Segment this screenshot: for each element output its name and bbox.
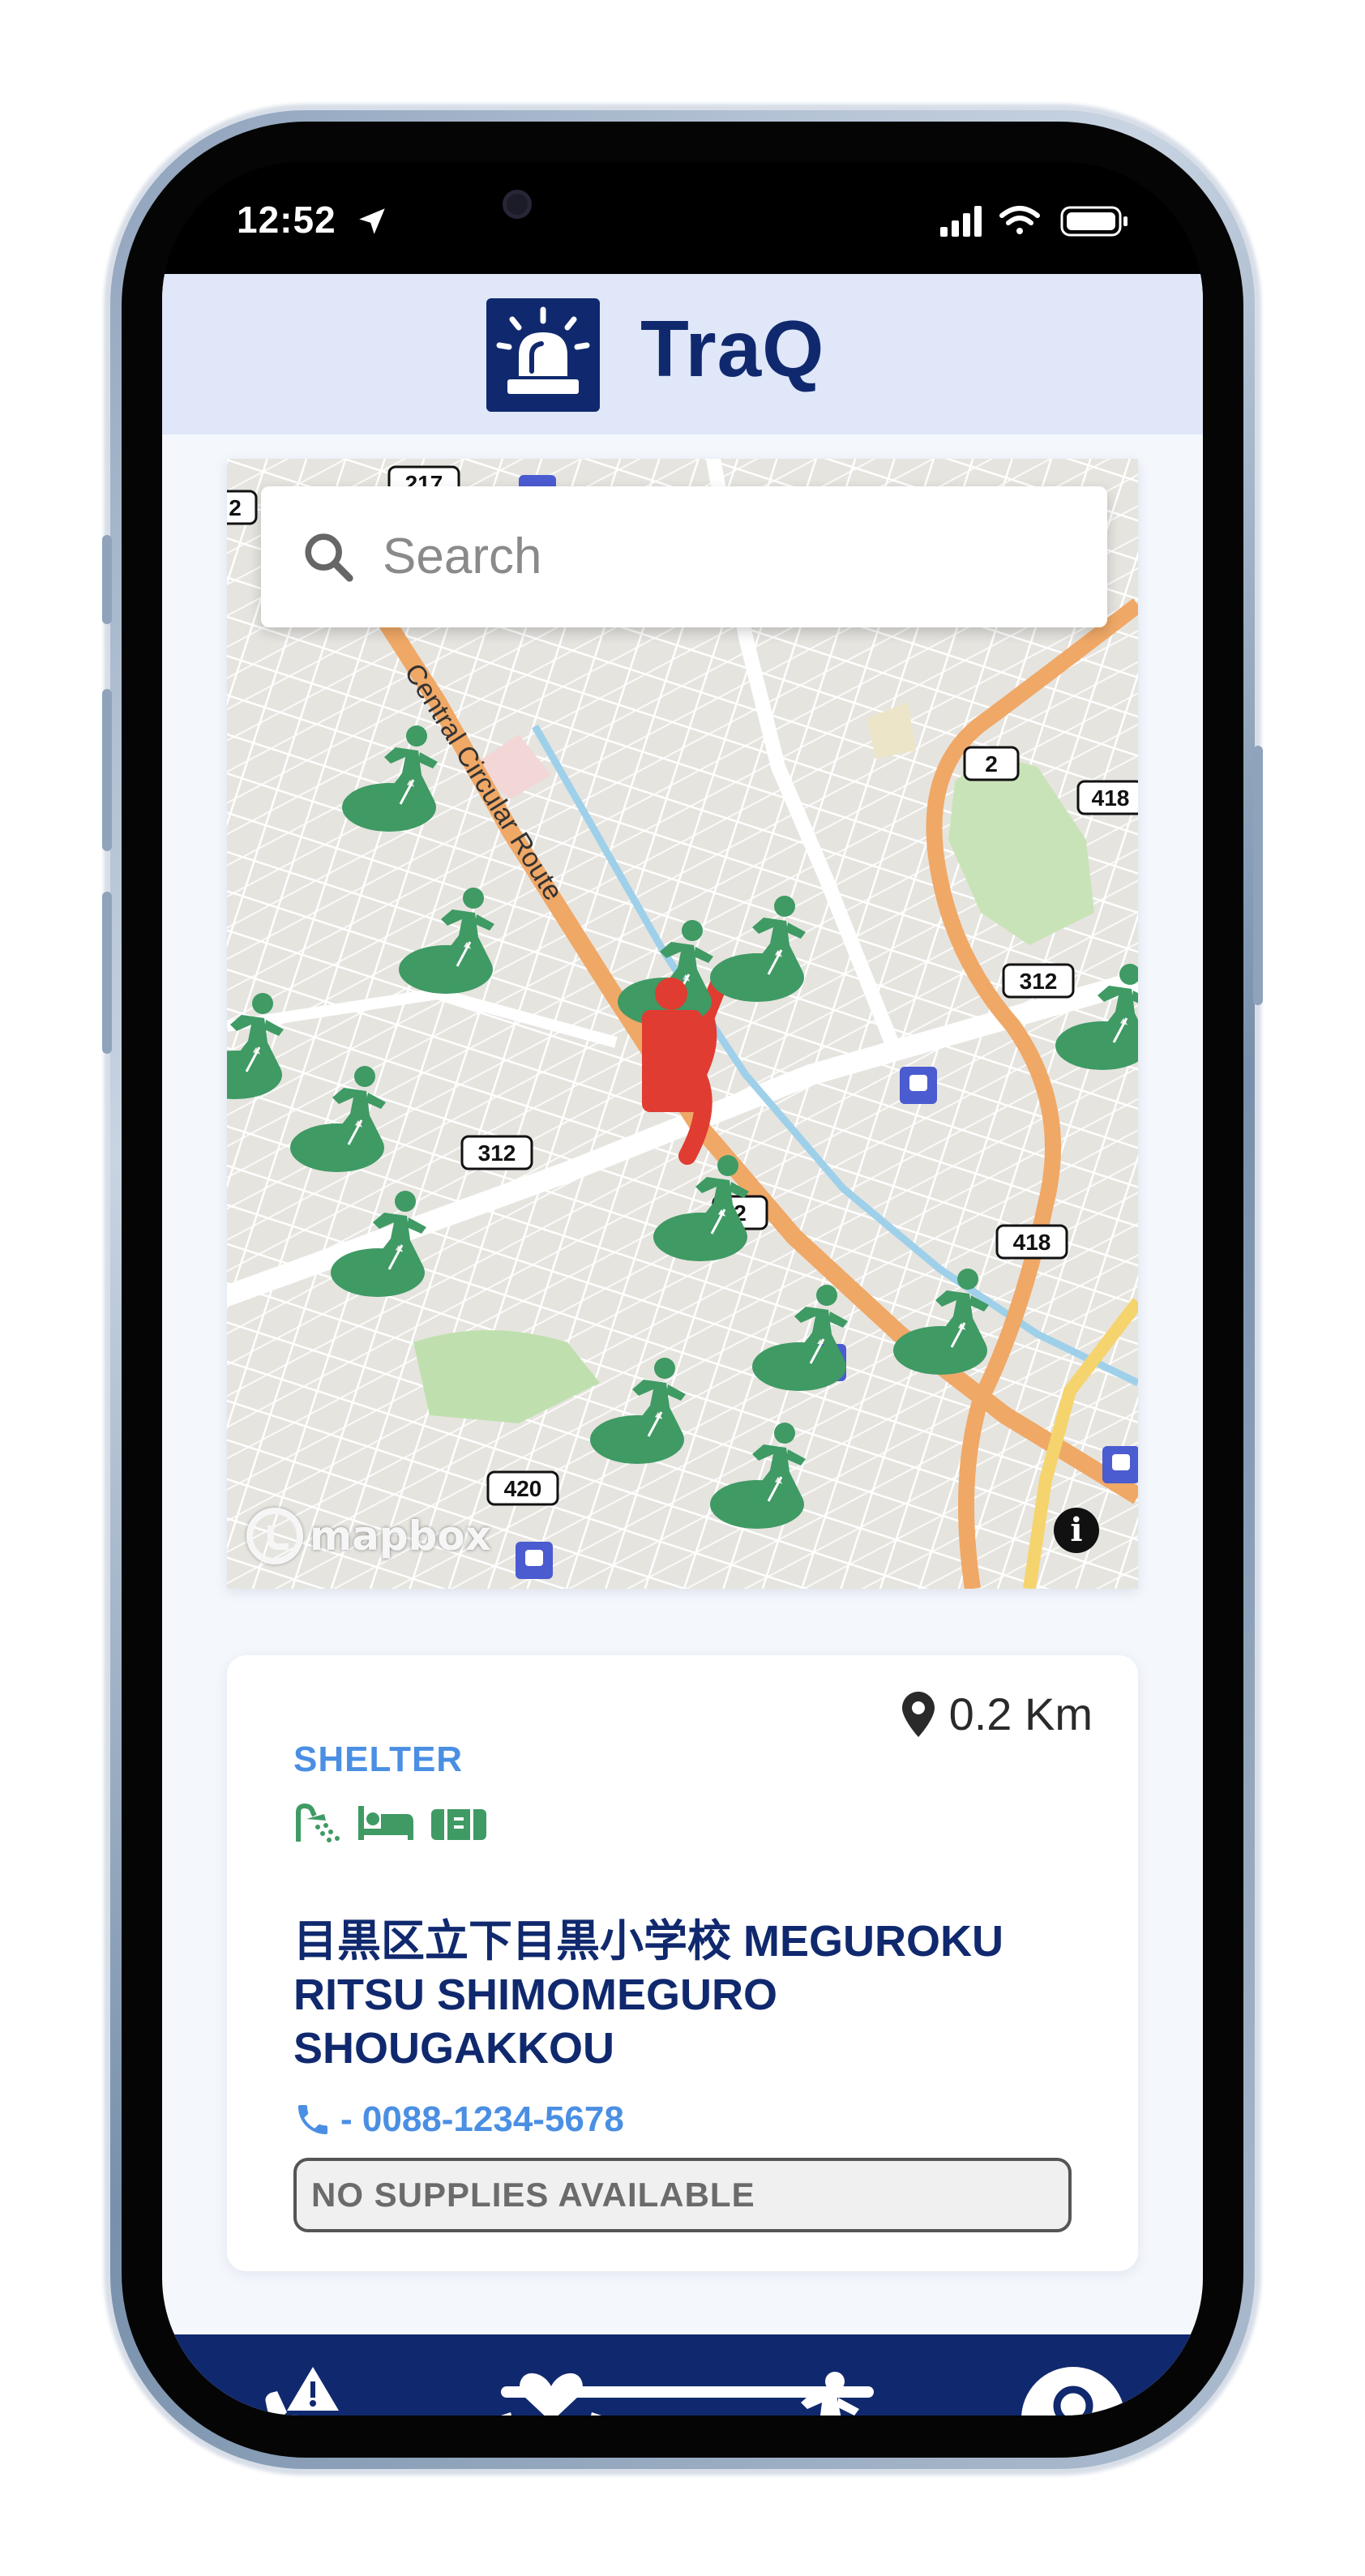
amenities-row <box>293 1803 488 1843</box>
road-label-2-east: 2 <box>985 751 998 777</box>
app-title: TraQ <box>640 304 825 393</box>
shelter-info-card[interactable]: 0.2 Km SHELTER 目黒区立下目黒小学校 MEGUROKU RITSU… <box>227 1655 1138 2271</box>
mapbox-attribution[interactable]: mapbox <box>246 1508 491 1564</box>
distance-value: 0.2 Km <box>948 1688 1093 1739</box>
siren-icon <box>496 306 590 394</box>
road-label-312-west: 312 <box>478 1140 516 1166</box>
map-info-button[interactable]: i <box>1054 1508 1099 1553</box>
shelter-phone-link[interactable]: - 0088-1234-5678 <box>293 2099 624 2140</box>
volume-down-button <box>102 892 112 1054</box>
mute-switch <box>102 535 112 624</box>
app-logo <box>486 298 600 412</box>
volume-up-button <box>102 689 112 851</box>
profile-icon <box>1021 2367 1125 2416</box>
nav-emergency-call[interactable] <box>237 2362 350 2416</box>
road-label-420: 420 <box>504 1476 542 1501</box>
supplies-box-icon <box>431 1809 486 1840</box>
power-button <box>1253 746 1263 1005</box>
phone-screen: 12:52 TraQ 217 2 2 418 312 312 2 418 420… <box>162 162 1203 2416</box>
search-input[interactable] <box>383 519 1080 593</box>
mapbox-wordmark: mapbox <box>310 1513 492 1560</box>
supplies-status-badge: NO SUPPLIES AVAILABLE <box>293 2158 1072 2232</box>
road-label-418-top: 418 <box>1092 785 1130 811</box>
app-content: TraQ 217 2 2 418 312 312 2 418 420 Centr… <box>162 274 1203 2416</box>
facility-type-label: SHELTER <box>293 1739 464 1779</box>
map-canvas[interactable]: 217 2 2 418 312 312 2 418 420 Central Ci… <box>227 459 1138 1589</box>
emergency-call-icon <box>265 2367 339 2416</box>
search-icon <box>305 533 353 582</box>
status-icons <box>940 206 1128 237</box>
map-pin-icon <box>901 1691 935 1737</box>
info-icon: i <box>1070 1511 1083 1549</box>
road-label-312-east: 312 <box>1020 969 1058 994</box>
status-time: 12:52 <box>237 199 336 241</box>
signal-bars-icon <box>940 206 982 237</box>
map-view[interactable]: 217 2 2 418 312 312 2 418 420 Central Ci… <box>227 459 1138 1589</box>
bottom-navigation <box>162 2334 1203 2416</box>
nav-profile[interactable] <box>1016 2362 1130 2416</box>
battery-icon <box>1060 206 1128 237</box>
app-header: TraQ <box>162 274 1203 434</box>
home-indicator[interactable] <box>501 2386 874 2398</box>
wifi-icon <box>999 206 1040 234</box>
front-camera <box>503 190 532 219</box>
search-bar[interactable] <box>261 486 1107 627</box>
distance-indicator: 0.2 Km <box>901 1688 1093 1740</box>
shower-icon <box>296 1803 340 1842</box>
status-bar: 12:52 <box>162 162 1203 276</box>
bed-icon <box>358 1806 413 1840</box>
phone-number: - 0088-1234-5678 <box>340 2099 624 2139</box>
mapbox-logo-icon <box>246 1508 303 1564</box>
road-label-2-left: 2 <box>229 495 242 520</box>
location-arrow-icon <box>359 208 385 234</box>
phone-icon <box>298 2105 327 2134</box>
shelter-name: 目黒区立下目黒小学校 MEGUROKU RITSU SHIMOMEGURO SH… <box>293 1917 1003 2073</box>
road-label-418-bottom: 418 <box>1013 1230 1051 1255</box>
